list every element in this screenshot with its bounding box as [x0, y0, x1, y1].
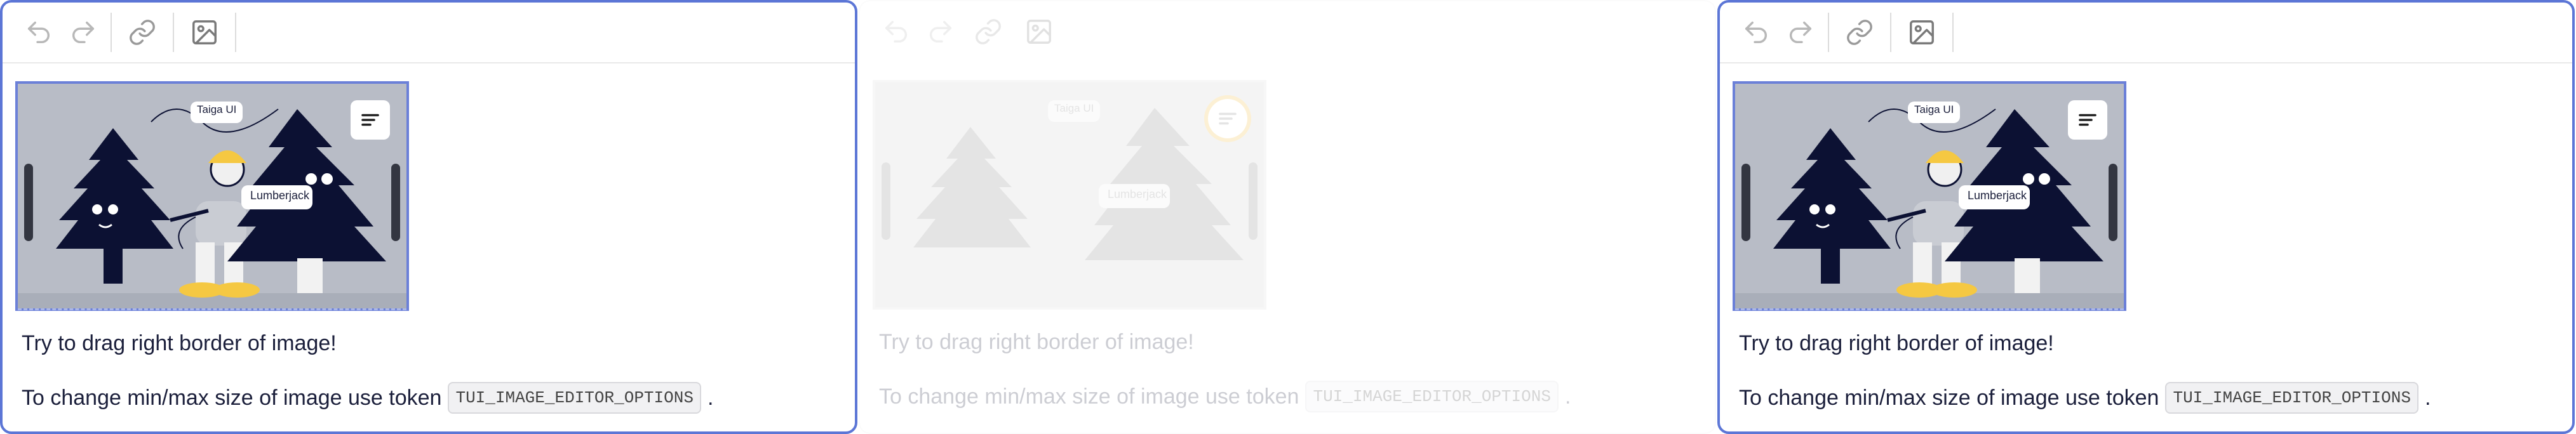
lumberjack-illustration [1735, 84, 2124, 308]
resize-handle-right[interactable] [2109, 164, 2117, 241]
image-bottom-border [1735, 308, 2124, 310]
hint-line-2-prefix: To change min/max size of image use toke… [879, 384, 1299, 409]
image-button[interactable] [179, 10, 230, 55]
label-lumberjack: Lumberjack [1108, 188, 1167, 201]
menu-lines-icon [2079, 114, 2096, 126]
image-editor-1[interactable]: Taiga UI Lumberjack Try to drag right bo… [0, 0, 857, 434]
lumberjack-illustration [875, 82, 1264, 307]
redo-icon [1790, 21, 1812, 44]
resize-handle-left[interactable] [24, 164, 33, 241]
hint-line-1: Try to drag right border of image! [22, 331, 337, 355]
image-frame[interactable]: Taiga UI Lumberjack [15, 81, 409, 311]
link-button[interactable] [1834, 10, 1885, 55]
image-icon [1910, 20, 1934, 44]
resize-handle-left[interactable] [882, 162, 890, 240]
lumberjack-illustration [18, 84, 406, 308]
hint-line-2: To change min/max size of image use toke… [22, 382, 713, 414]
link-icon [976, 19, 1001, 44]
image-frame[interactable]: Taiga UI Lumberjack [873, 80, 1266, 310]
token-code: TUI_IMAGE_EDITOR_OPTIONS [2165, 382, 2418, 414]
hint-line-2: To change min/max size of image use toke… [1739, 382, 2431, 414]
link-button[interactable] [963, 10, 1014, 54]
redo-icon [72, 21, 95, 44]
image-button[interactable] [1896, 10, 1947, 55]
hint-line-2-suffix: . [2424, 385, 2431, 410]
resize-handle-left[interactable] [1741, 164, 1750, 241]
hint-line-2-suffix: . [1564, 384, 1571, 409]
label-taiga-ui: Taiga UI [1054, 102, 1094, 114]
image-frame[interactable]: Taiga UI Lumberjack [1733, 81, 2126, 311]
editor-toolbar [860, 1, 1715, 62]
label-lumberjack: Lumberjack [250, 189, 310, 202]
undo-icon [885, 20, 907, 43]
hint-line-2-prefix: To change min/max size of image use toke… [22, 385, 442, 410]
label-taiga-ui: Taiga UI [1914, 103, 1954, 115]
hint-line-1: Try to drag right border of image! [879, 330, 1194, 354]
image-icon [192, 20, 217, 44]
redo-button[interactable] [1778, 10, 1823, 55]
toolbar-divider [235, 13, 236, 52]
image-options-button[interactable] [1208, 99, 1247, 138]
link-button[interactable] [117, 10, 168, 55]
link-icon [130, 20, 155, 45]
image-options-button[interactable] [351, 100, 390, 140]
token-code: TUI_IMAGE_EDITOR_OPTIONS [1305, 381, 1559, 412]
resize-handle-right[interactable] [1249, 162, 1258, 240]
toolbar-divider [1952, 13, 1954, 52]
toolbar-divider [173, 13, 174, 52]
image-editor-2[interactable]: Taiga UI Lumberjack Try to drag right bo… [859, 0, 1716, 434]
undo-icon [1745, 21, 1767, 44]
redo-icon [930, 20, 952, 43]
redo-button[interactable] [61, 10, 105, 55]
redo-button[interactable] [918, 10, 963, 54]
image-options-button[interactable] [2068, 100, 2107, 140]
undo-button[interactable] [874, 10, 918, 54]
resize-handle-right[interactable] [391, 164, 400, 241]
hint-line-2: To change min/max size of image use toke… [879, 381, 1571, 412]
label-lumberjack: Lumberjack [1968, 189, 2027, 202]
menu-lines-icon [1219, 112, 1237, 125]
image-bottom-border [18, 308, 406, 310]
link-icon [1847, 20, 1872, 45]
toolbar-divider [1828, 13, 1829, 52]
hint-line-2-prefix: To change min/max size of image use toke… [1739, 385, 2159, 410]
image-editor-3[interactable]: Taiga UI Lumberjack Try to drag right bo… [1717, 0, 2575, 434]
label-taiga-ui: Taiga UI [197, 103, 237, 115]
editor-toolbar [1720, 3, 2572, 63]
hint-line-1: Try to drag right border of image! [1739, 331, 2054, 355]
toolbar-divider [111, 13, 112, 52]
undo-button[interactable] [17, 10, 61, 55]
undo-button[interactable] [1734, 10, 1778, 55]
undo-icon [27, 21, 50, 44]
image-icon [1027, 20, 1051, 44]
hint-line-2-suffix: . [707, 385, 714, 410]
token-code: TUI_IMAGE_EDITOR_OPTIONS [448, 382, 701, 414]
menu-lines-icon [361, 114, 379, 126]
editor-toolbar [3, 3, 855, 63]
toolbar-divider [1890, 13, 1891, 52]
image-button[interactable] [1014, 10, 1064, 54]
